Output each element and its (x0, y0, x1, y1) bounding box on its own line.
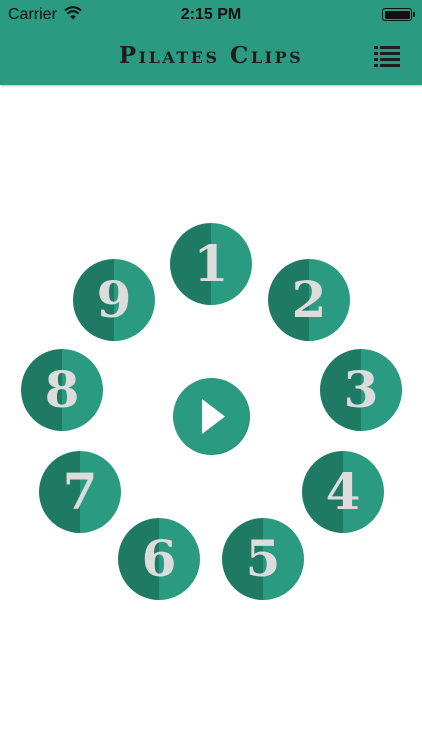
clip-number: 6 (141, 529, 177, 588)
page-title: Pilates Clips (118, 42, 304, 69)
clip-number: 1 (193, 234, 229, 293)
status-time: 2:15 PM (180, 6, 242, 23)
clip-button-6[interactable]: 6 (118, 518, 200, 600)
clip-button-8[interactable]: 8 (21, 349, 103, 431)
status-bar: Carrier 2:15 PM (0, 0, 422, 30)
clip-button-9[interactable]: 9 (73, 259, 155, 341)
clip-number: 5 (245, 529, 281, 588)
clip-button-4[interactable]: 4 (302, 451, 384, 533)
clip-number: 4 (325, 462, 361, 521)
list-icon (374, 46, 400, 67)
play-icon (202, 399, 225, 434)
clip-number: 2 (291, 270, 327, 329)
play-button[interactable] (173, 378, 250, 455)
clip-number: 3 (343, 360, 379, 419)
battery-icon (382, 8, 415, 21)
clip-number: 8 (44, 360, 80, 419)
clip-button-7[interactable]: 7 (39, 451, 121, 533)
clip-button-1[interactable]: 1 (170, 223, 252, 305)
app-header: Carrier 2:15 PM Pilates Clips (0, 0, 422, 85)
clip-button-5[interactable]: 5 (222, 518, 304, 600)
clip-number: 9 (96, 270, 132, 329)
clip-button-3[interactable]: 3 (320, 349, 402, 431)
clip-button-2[interactable]: 2 (268, 259, 350, 341)
menu-button[interactable] (372, 44, 402, 68)
clip-number: 7 (62, 462, 98, 521)
